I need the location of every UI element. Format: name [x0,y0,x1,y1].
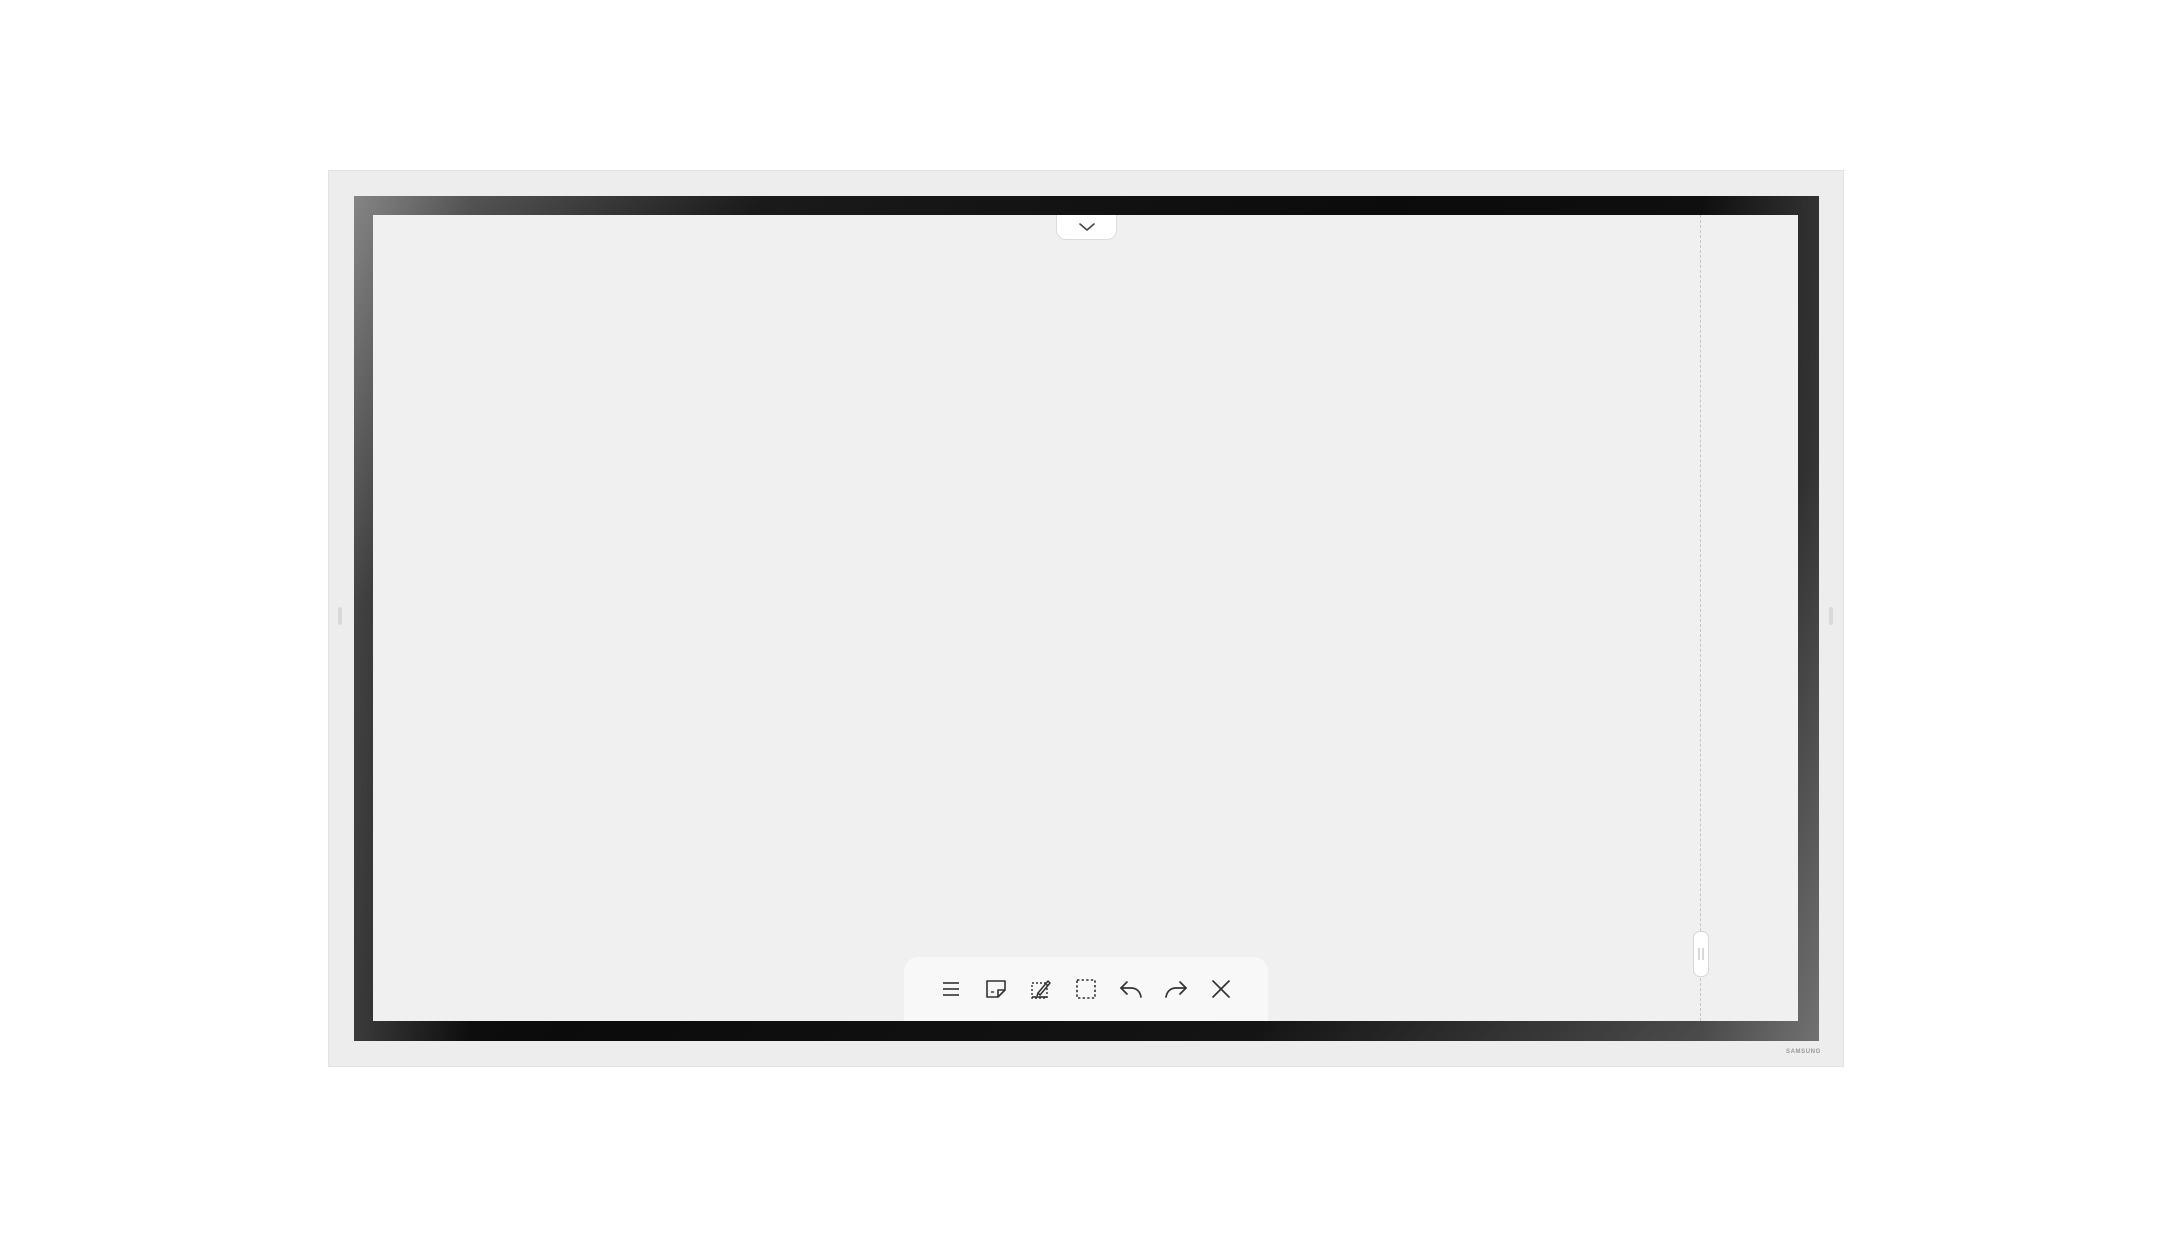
sticky-note-button[interactable] [980,973,1013,1006]
redo-button[interactable] [1160,973,1193,1006]
menu-icon [943,982,959,996]
capture-edit-icon [1031,980,1051,999]
right-side-sensor [1829,607,1833,625]
bottom-toolbar [904,957,1268,1021]
close-button[interactable] [1205,973,1238,1006]
close-icon [1212,980,1230,998]
whiteboard-canvas[interactable] [373,215,1798,1021]
dashed-select-icon [1076,979,1096,999]
brand-logo: SAMSUNG [1786,1049,1821,1055]
scroll-handle[interactable] [1693,931,1709,977]
stage: SAMSUNG [0,0,2160,1258]
redo-icon [1165,981,1187,998]
left-side-sensor [338,607,342,625]
grip-icon [1698,948,1704,960]
page-boundary-line [1700,215,1701,1021]
select-button[interactable] [1070,973,1103,1006]
undo-icon [1120,981,1142,998]
chevron-down-icon [1078,223,1095,231]
undo-button[interactable] [1115,973,1148,1006]
sticky-note-icon [986,980,1006,998]
top-pulldown-handle[interactable] [1056,215,1117,240]
screen-capture-button[interactable] [1025,973,1058,1006]
menu-button[interactable] [935,973,968,1006]
